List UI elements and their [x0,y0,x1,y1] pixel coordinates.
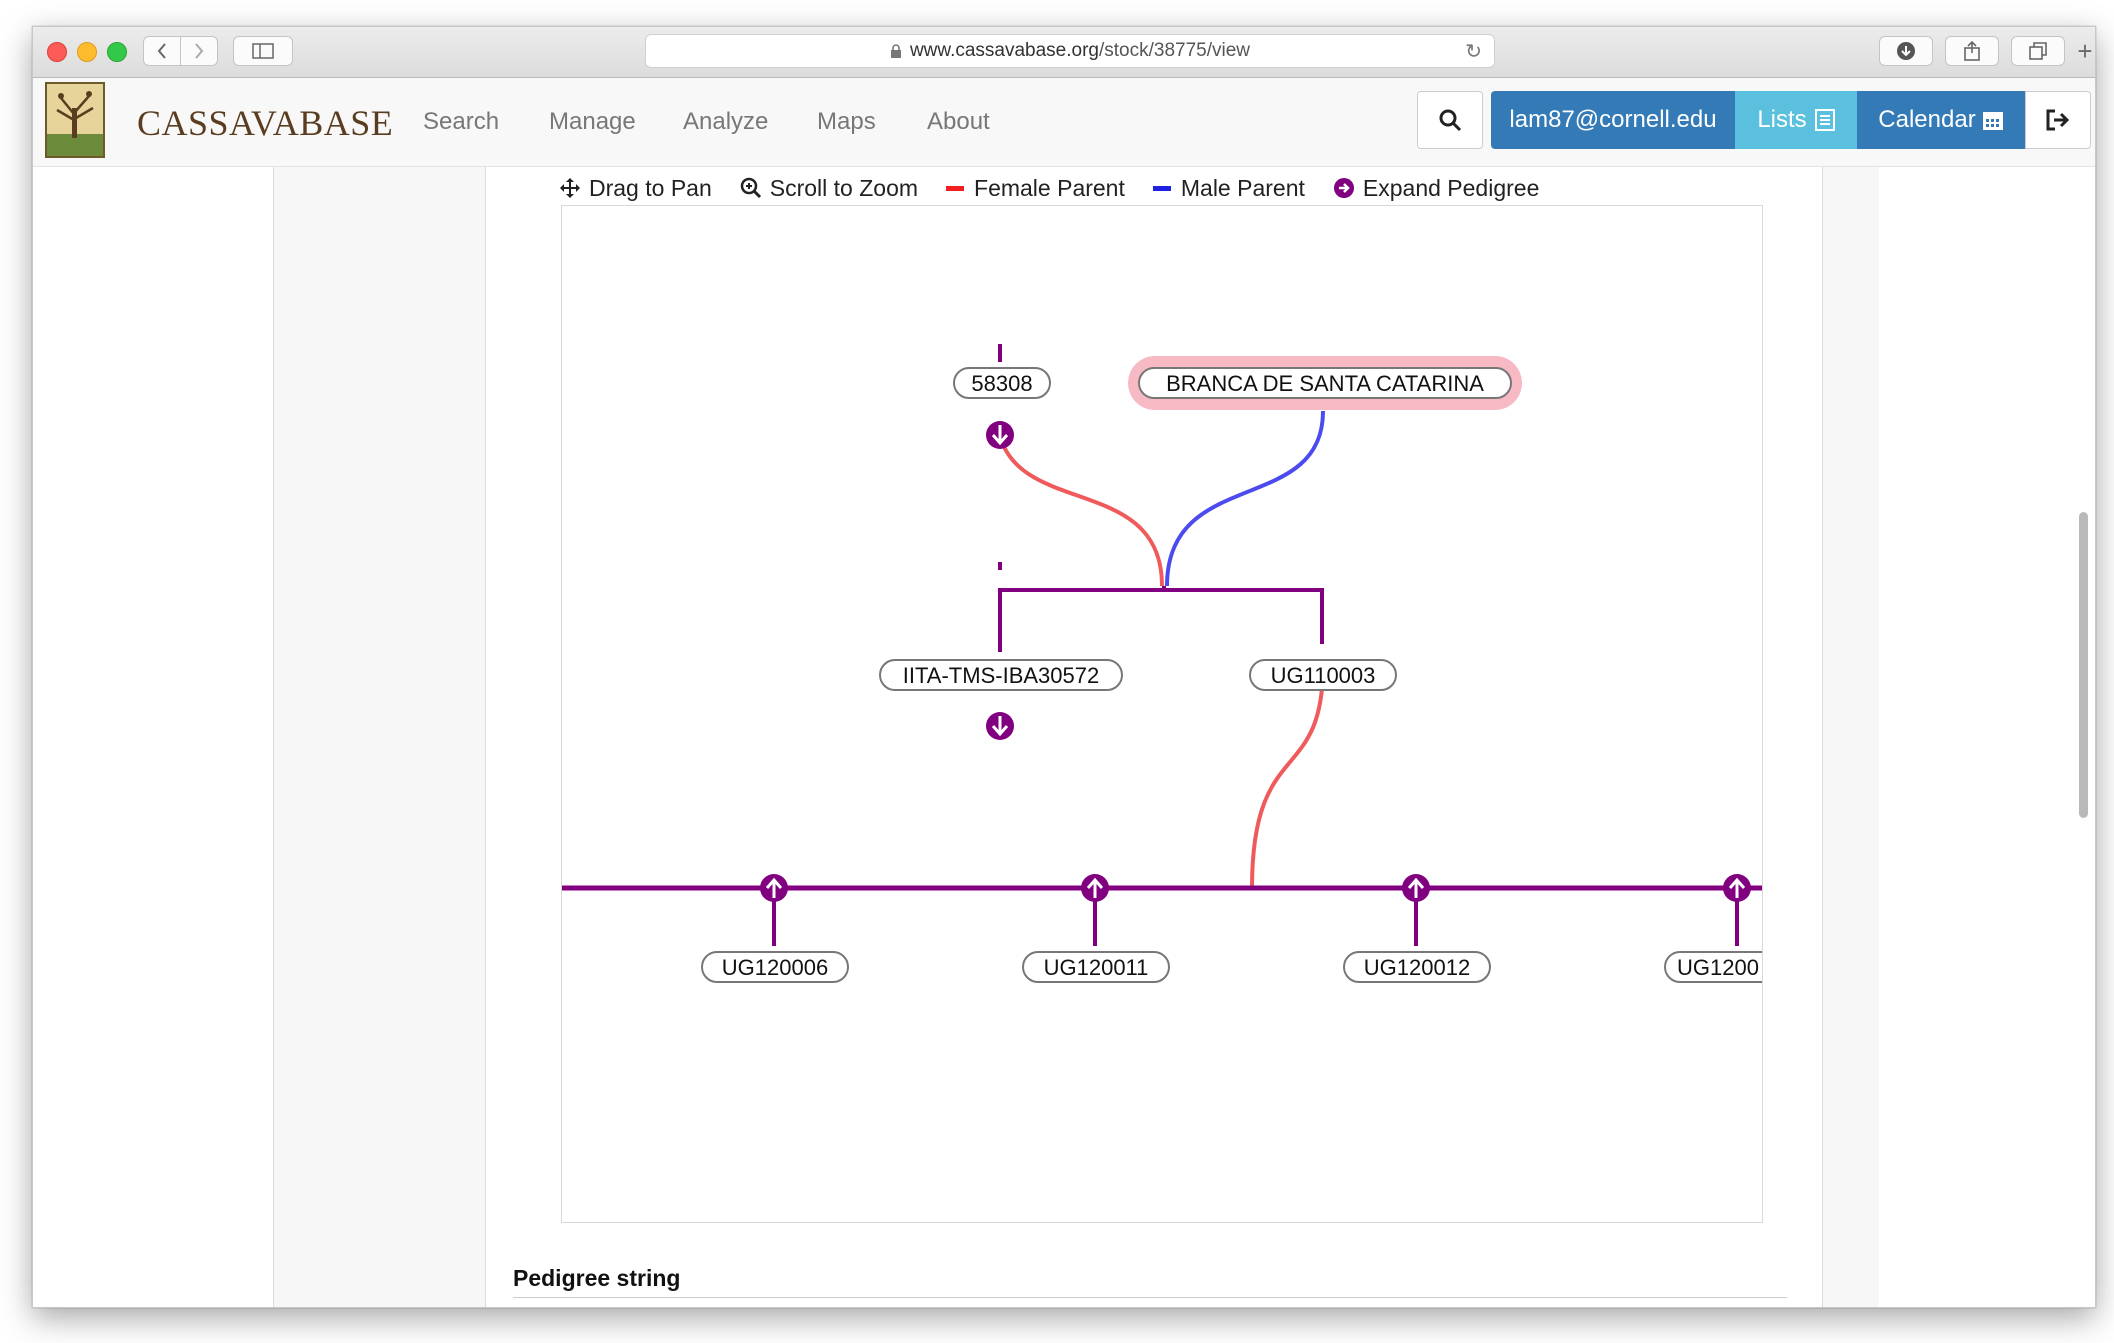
download-icon [1897,42,1915,60]
node-ug120012[interactable]: UG120012 [1343,951,1491,983]
expand-node-iita[interactable] [986,712,1014,740]
legend-male-label: Male Parent [1180,174,1305,201]
node-ug1200-partial[interactable]: UG1200 [1664,951,1762,983]
move-arrows-icon [560,178,580,198]
downloads-button[interactable] [1879,36,1933,66]
nav-about[interactable]: About [927,108,990,136]
tabs-overview-button[interactable] [2011,36,2065,66]
browser-toolbar: www.cassavabase.org/stock/38775/view ↻ + [33,27,2095,78]
forward-button[interactable] [180,36,218,66]
node-label: 58308 [971,371,1032,396]
zoom-window-button[interactable] [107,42,127,62]
node-ug120006[interactable]: UG120006 [701,951,849,983]
url-host: www.cassavabase.org [909,40,1099,61]
user-account-button[interactable]: lam87@cornell.edu [1491,91,1735,149]
lists-label: Lists [1757,106,1807,133]
node-ug120011[interactable]: UG120011 [1022,951,1170,983]
cassavabase-logo[interactable] [45,82,105,158]
lock-icon [890,44,901,58]
node-label: UG1200 [1677,955,1759,980]
expand-circle-icon [1333,178,1354,198]
calendar-label: Calendar [1878,106,1976,133]
address-bar[interactable]: www.cassavabase.org/stock/38775/view ↻ [645,34,1495,68]
left-column [33,167,274,1307]
legend-pan-label: Drag to Pan [589,174,712,201]
collapse-node-ug120006[interactable] [760,874,788,902]
pedigree-legend: Drag to Pan Scroll to Zoom Female Parent… [559,171,1567,205]
legend-expand: Expand Pedigree [1333,175,1539,202]
node-label: IITA-TMS-IBA30572 [903,663,1099,688]
node-58308[interactable]: 58308 [953,367,1051,399]
new-tab-button[interactable]: + [2071,35,2095,66]
url-path: /stock/38775/view [1099,40,1251,61]
node-ug110003[interactable]: UG110003 [1249,659,1397,691]
node-label: UG110003 [1271,663,1376,688]
sibling-bracket [998,588,1324,644]
share-icon [1964,40,1980,61]
male-parent-edge [1165,410,1325,587]
share-button[interactable] [1945,36,1999,66]
right-gutter [1822,167,1880,1307]
node-label: UG120006 [722,955,828,980]
left-gutter [274,167,486,1307]
minimize-window-button[interactable] [77,42,97,62]
female-line-swatch [946,185,965,191]
nav-manage[interactable]: Manage [549,108,636,136]
node-label: BRANCA DE SANTA CATARINA [1166,371,1484,396]
sidebar-icon [252,43,274,59]
nav-search[interactable]: Search [423,108,499,136]
node-label: UG120012 [1364,955,1470,980]
legend-zoom: Scroll to Zoom [740,175,918,202]
legend-expand-label: Expand Pedigree [1362,174,1540,201]
node-iita-tms-iba30572[interactable]: IITA-TMS-IBA30572 [879,659,1123,691]
zoom-in-icon [740,177,761,199]
close-window-button[interactable] [47,42,67,62]
legend-zoom-label: Scroll to Zoom [769,174,919,201]
nav-analyze[interactable]: Analyze [683,108,768,136]
site-search-button[interactable] [1417,91,1483,149]
right-column [1879,167,2095,1307]
page-scrollbar[interactable] [2079,512,2088,818]
calendar-button[interactable]: Calendar [1857,91,2025,149]
node-label: UG120011 [1044,955,1149,980]
search-icon [1439,109,1462,132]
chevron-right-icon [195,43,204,59]
collapse-node-ug120011[interactable] [1081,874,1109,902]
legend-female: Female Parent [946,175,1125,202]
site-navbar: CASSAVABASE Search Manage Analyze Maps A… [33,78,2095,167]
pedigree-graph[interactable]: 58308 BRANCA DE SANTA CATARINA IITA-TMS-… [562,206,1762,1222]
legend-pan: Drag to Pan [559,175,712,202]
plus-icon: + [2077,35,2093,66]
female-parent-edge [998,435,1164,587]
collapse-node-ug1200[interactable] [1723,874,1751,902]
pedigree-viewer[interactable]: 58308 BRANCA DE SANTA CATARINA IITA-TMS-… [561,205,1763,1223]
nav-maps[interactable]: Maps [817,108,876,136]
expand-node-58308[interactable] [986,421,1014,449]
reload-icon[interactable]: ↻ [1465,39,1482,64]
male-line-swatch [1152,185,1171,191]
sign-out-icon [2046,109,2070,131]
pedigree-string-heading: Pedigree string [513,1265,681,1291]
chevron-left-icon [157,43,166,59]
calendar-icon [1982,112,2003,130]
browser-window: www.cassavabase.org/stock/38775/view ↻ +… [32,26,2096,1308]
collapse-node-ug120012[interactable] [1402,874,1430,902]
section-divider [513,1297,1787,1298]
logout-button[interactable] [2025,91,2091,149]
back-button[interactable] [143,36,181,66]
site-brand[interactable]: CASSAVABASE [137,102,393,144]
progeny-female-edge [1250,665,1325,889]
legend-female-label: Female Parent [974,174,1125,201]
legend-male: Male Parent [1152,174,1305,202]
list-icon [1814,109,1835,131]
tabs-icon [2029,42,2047,60]
node-branca-de-santa-catarina[interactable]: BRANCA DE SANTA CATARINA [1128,356,1522,410]
lists-button[interactable]: Lists [1735,91,1857,149]
tree-logo-icon [47,84,103,156]
sidebar-toggle-button[interactable] [233,36,293,66]
